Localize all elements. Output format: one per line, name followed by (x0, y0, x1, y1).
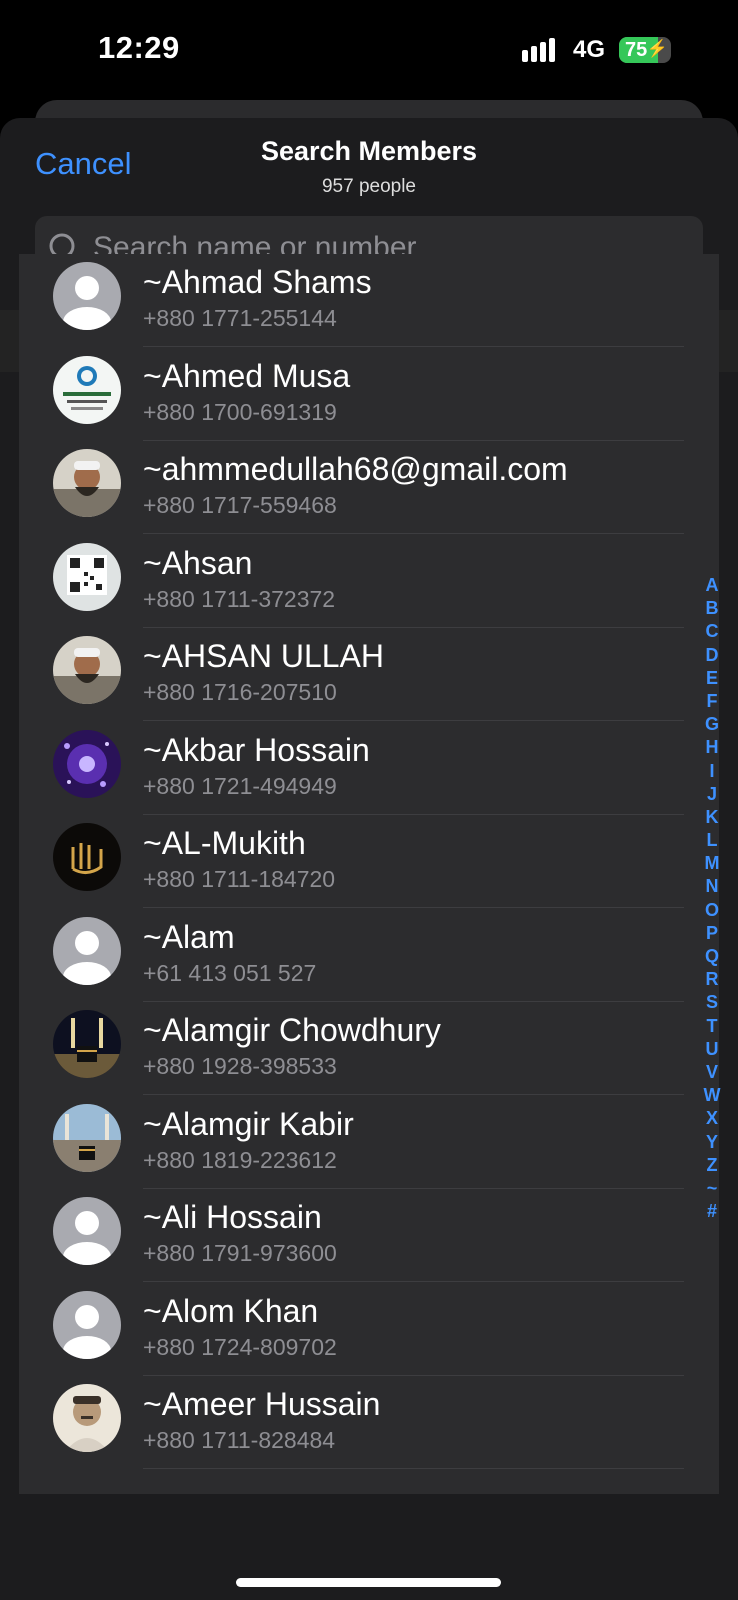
member-row[interactable]: ~Ahsan +880 1711-372372 (19, 535, 719, 628)
member-row[interactable]: ~Alamgir Kabir +880 1819-223612 (19, 1096, 719, 1189)
default-avatar-icon (53, 916, 121, 985)
index-letter[interactable]: Q (693, 945, 731, 968)
battery-level: 75 (625, 39, 648, 61)
index-letter[interactable]: K (693, 806, 731, 829)
member-phone: +880 1721-494949 (143, 772, 337, 799)
member-name: ~Alamgir Kabir (143, 1105, 354, 1142)
member-row[interactable]: ~Ameer Hussain +880 1711-828484 (19, 1376, 719, 1469)
member-phone: +880 1716-207510 (143, 679, 337, 705)
member-phone: +880 1724-809702 (143, 1333, 337, 1360)
index-letter[interactable]: D (693, 644, 731, 667)
status-time: 12:29 (98, 30, 180, 65)
member-name: ~AL-Mukith (143, 825, 306, 861)
default-avatar-icon (53, 1197, 121, 1265)
member-name: ~Alam (143, 918, 235, 955)
member-row[interactable]: ~Ali Hossain +880 1791-973600 (19, 1189, 719, 1282)
member-phone: +880 1791-973600 (143, 1240, 337, 1266)
member-row[interactable]: ~AL-Mukith +880 1711-184720 (19, 815, 719, 908)
member-name: ~Ahmad Shams (143, 264, 372, 300)
index-letter[interactable]: W (693, 1084, 731, 1107)
member-row[interactable]: ~Alam +61 413 051 527 (19, 909, 719, 1002)
page-title: Search Members (260, 136, 478, 166)
member-name: ~AHSAN ULLAH (143, 638, 384, 674)
avatar (53, 1010, 121, 1078)
index-letter[interactable]: F (693, 690, 731, 713)
index-letter[interactable]: A (693, 574, 731, 597)
member-name: ~Akbar Hossain (143, 731, 370, 768)
member-count: 957 people (321, 176, 417, 197)
index-letter[interactable]: E (693, 667, 731, 690)
default-avatar-icon (53, 1290, 121, 1359)
member-phone: +880 1819-223612 (143, 1146, 337, 1173)
index-letter[interactable]: R (693, 968, 731, 991)
index-letter[interactable]: V (693, 1061, 731, 1084)
index-letter[interactable]: L (693, 829, 731, 852)
index-letter[interactable]: M (693, 852, 731, 875)
index-letter[interactable]: ~ (693, 1177, 731, 1200)
index-letter[interactable]: Z (693, 1154, 731, 1177)
member-list: ~Ahmad Shams +880 1771-255144 ~Ahmed Musa +… (19, 254, 719, 1494)
default-avatar-icon (53, 262, 121, 330)
index-letter[interactable]: C (693, 620, 731, 643)
avatar (53, 1384, 121, 1452)
member-phone: +880 1717-559468 (143, 492, 337, 518)
member-name: ~Ahsan (143, 544, 253, 581)
member-name: ~Ahmed Musa (143, 357, 351, 394)
avatar (53, 449, 121, 517)
avatar (53, 729, 121, 798)
index-letter[interactable]: B (693, 597, 731, 620)
member-row[interactable]: ~Alom Khan +880 1724-809702 (19, 1283, 719, 1376)
member-phone: +880 1711-828484 (143, 1427, 336, 1453)
avatar (53, 823, 121, 891)
member-row[interactable]: ~ahmmedullah68@gmail.com +880 1717-559468 (19, 441, 719, 534)
row-divider (143, 1468, 684, 1469)
member-row[interactable]: ~Alamgir Chowdhury +880 1928-398533 (19, 1002, 719, 1095)
signal-bars-icon (522, 38, 562, 62)
member-phone: +880 1700-691319 (143, 398, 337, 425)
index-letter[interactable]: N (693, 875, 731, 898)
member-name: ~Alamgir Chowdhury (143, 1012, 441, 1048)
member-row[interactable]: ~AHSAN ULLAH +880 1716-207510 (19, 628, 719, 721)
index-letter[interactable]: G (693, 713, 731, 736)
member-row[interactable]: ~Akbar Hossain +880 1721-494949 (19, 722, 719, 815)
index-letter[interactable]: J (693, 783, 731, 806)
member-row[interactable]: ~Ahmad Shams +880 1771-255144 (19, 254, 719, 347)
index-letter[interactable]: Y (693, 1131, 731, 1154)
member-row[interactable]: ~Ahmed Musa +880 1700-691319 (19, 348, 719, 441)
index-letter[interactable]: S (693, 991, 731, 1014)
status-bar: 12:29 4G 75 ⚡ (0, 0, 738, 100)
member-name: ~Ali Hossain (143, 1199, 322, 1235)
member-name: ~ahmmedullah68@gmail.com (143, 451, 568, 487)
network-type: 4G (573, 36, 606, 63)
member-phone: +880 1711-184720 (143, 866, 336, 892)
battery-charging-icon: 75 ⚡ (619, 37, 671, 63)
member-phone: +61 413 051 527 (143, 959, 317, 986)
index-letter[interactable]: O (693, 899, 731, 922)
index-letter[interactable]: P (693, 922, 731, 945)
avatar (53, 1103, 121, 1172)
index-letter[interactable]: X (693, 1107, 731, 1130)
member-name: ~Ameer Hussain (143, 1386, 381, 1422)
member-phone: +880 1771-255144 (143, 305, 337, 331)
avatar (53, 355, 121, 424)
index-letter[interactable]: H (693, 736, 731, 759)
index-letter[interactable]: T (693, 1015, 731, 1038)
member-phone: +880 1928-398533 (143, 1053, 337, 1079)
member-phone: +880 1711-372372 (143, 585, 336, 612)
avatar (53, 542, 121, 611)
index-letter[interactable]: I (693, 760, 731, 783)
index-letter[interactable]: U (693, 1038, 731, 1061)
alphabet-index[interactable]: A B C D E F G H I J K L M N O P Q R S T U V W X Y Z ~ # (704, 574, 738, 1223)
member-name: ~Alom Khan (143, 1292, 319, 1329)
home-indicator[interactable] (236, 1578, 501, 1587)
avatar (53, 636, 121, 704)
index-letter[interactable]: # (693, 1200, 731, 1223)
